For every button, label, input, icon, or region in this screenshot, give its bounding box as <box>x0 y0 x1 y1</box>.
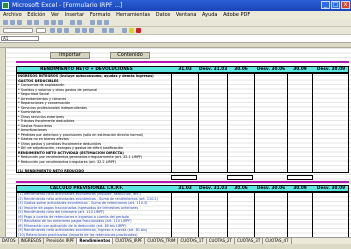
menu-tools[interactable]: Herramientas <box>116 12 150 18</box>
redo-icon[interactable] <box>77 20 82 25</box>
font-size-select[interactable] <box>36 28 46 33</box>
name-box[interactable]: A1 <box>1 36 39 41</box>
menu-data[interactable]: Datos <box>156 12 171 18</box>
menu-window[interactable]: Ventana <box>176 12 197 18</box>
result-cell-30-06[interactable] <box>227 175 253 180</box>
paste-icon[interactable] <box>58 20 63 25</box>
section-divider-top <box>16 61 349 63</box>
bottom-table-header: CÁLCULO PREVISIONAL I.R.P.F. 31.03 Desv.… <box>16 185 349 192</box>
print-icon[interactable] <box>27 20 32 25</box>
undo-icon[interactable] <box>70 20 75 25</box>
title-bar: Microsoft Excel - [Formulario IRPF ...] … <box>0 0 351 11</box>
underline-icon[interactable] <box>64 28 69 33</box>
cut-icon[interactable] <box>44 20 49 25</box>
bottom-table-labels: (1) Rendimiento neto actividades económi… <box>18 192 168 237</box>
top-table-labels: INGRESOS ÍNTEGROS (incluye autoconsumo, … <box>18 74 168 173</box>
close-button[interactable]: x <box>341 1 350 9</box>
section-divider-bottom <box>16 181 349 183</box>
align-center-icon[interactable] <box>82 28 87 33</box>
table-row: (1) RENDIMIENTO NETO REDUCIDO <box>18 168 85 173</box>
import-button[interactable]: Importar <box>50 52 90 59</box>
table-row: INGRESOS ÍNTEGROS (incluye autoconsumo, … <box>18 74 154 78</box>
align-left-icon[interactable] <box>75 28 80 33</box>
minimize-button[interactable]: _ <box>321 1 330 9</box>
formula-bar: A1 <box>0 35 351 43</box>
status-bar <box>0 244 351 249</box>
table-row: (9) Rendimiento neto actividades económi… <box>18 228 148 232</box>
currency-icon[interactable] <box>102 28 107 33</box>
menu-help[interactable]: Ayuda <box>202 12 217 18</box>
preview-icon[interactable] <box>34 20 39 25</box>
percent-icon[interactable] <box>109 28 114 33</box>
font-name-select[interactable] <box>3 28 33 33</box>
save-icon[interactable] <box>17 20 22 25</box>
menu-bar: Archivo Edición Ver Insertar Formato Her… <box>0 11 351 19</box>
borders-icon[interactable] <box>122 28 127 33</box>
standard-toolbar <box>0 19 351 27</box>
menu-insert[interactable]: Insertar <box>65 12 84 18</box>
result-cell-30-09[interactable] <box>287 175 313 180</box>
excel-app-icon <box>2 2 9 9</box>
fill-color-icon[interactable] <box>129 28 134 33</box>
bold-icon[interactable] <box>50 28 55 33</box>
menu-view[interactable]: Ver <box>51 12 59 18</box>
sum-icon[interactable] <box>90 20 95 25</box>
window-title: Microsoft Excel - [Formulario IRPF ...] <box>12 2 123 9</box>
maximize-button[interactable]: □ <box>331 1 340 9</box>
menu-edit[interactable]: Edición <box>27 12 45 18</box>
sort-icon[interactable] <box>97 20 102 25</box>
menu-format[interactable]: Formato <box>90 12 111 18</box>
align-right-icon[interactable] <box>89 28 94 33</box>
chart-icon[interactable] <box>104 20 109 25</box>
menu-file[interactable]: Archivo <box>3 12 22 18</box>
top-table-header: RENDIMIENTO NETO + DEVOLUCIONES 31.03 De… <box>16 66 349 73</box>
copy-icon[interactable] <box>51 20 56 25</box>
sheet-tabs: DATOS INGRESOS Previsión IRPF Rendimientos C… <box>0 237 351 244</box>
table-row: (3) Gastos sobre actividades económicas … <box>18 201 148 205</box>
contents-button[interactable]: Contenido <box>110 52 150 59</box>
open-icon[interactable] <box>10 20 15 25</box>
format-toolbar <box>0 27 351 35</box>
result-cell-31-03[interactable] <box>171 175 197 180</box>
font-color-icon[interactable] <box>136 28 141 33</box>
italic-icon[interactable] <box>57 28 62 33</box>
menu-adobe-pdf[interactable]: Adobe PDF <box>223 12 250 18</box>
new-icon[interactable] <box>3 20 8 25</box>
